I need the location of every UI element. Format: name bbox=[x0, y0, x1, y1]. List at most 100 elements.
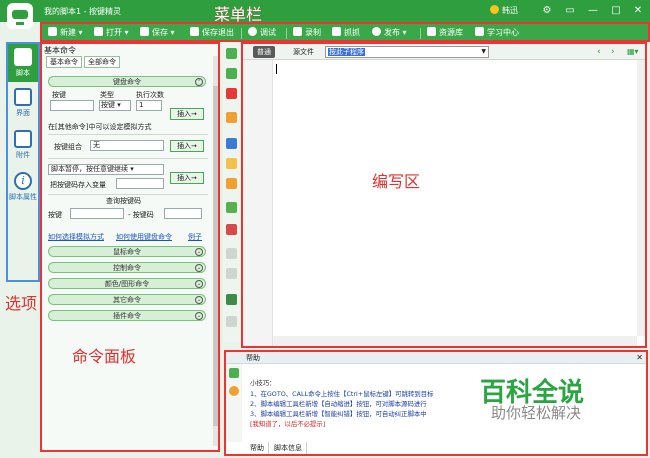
settings-icon[interactable]: ⚙ bbox=[540, 4, 554, 18]
save-icon bbox=[140, 27, 149, 36]
other-section-header[interactable]: 其它命令 ⌄ bbox=[48, 294, 206, 305]
find-icon[interactable] bbox=[226, 316, 237, 327]
title-bar: 我的脚本1 - 按键精灵 菜单栏 韩迅 ⚙ ▭ — □ ✕ bbox=[0, 0, 650, 29]
layout-icon[interactable]: ▦▾ bbox=[623, 46, 643, 58]
tab-help[interactable]: 帮助 bbox=[246, 442, 269, 454]
tab-basic-commands[interactable]: 基本命令 bbox=[46, 56, 82, 68]
mouse-section-header[interactable]: 鼠标命令 ⌄ bbox=[48, 246, 206, 257]
key-label: 按键 bbox=[52, 91, 66, 99]
help-panel: 帮助 ✕ 小技巧： 1、在GOTO、CALL命令上按住【Ctrl+鼠标左键】可跳… bbox=[224, 350, 648, 456]
learning-center-button[interactable]: 学习中心 bbox=[475, 26, 519, 40]
capture-button[interactable]: 抓抓 bbox=[332, 26, 360, 40]
user-account[interactable]: 韩迅 bbox=[490, 5, 518, 16]
options-annotation: 选项 bbox=[5, 294, 38, 313]
undo-icon[interactable] bbox=[226, 248, 237, 259]
key-combo-input[interactable]: 无 bbox=[90, 140, 164, 151]
query-keycode-label: 查询按键码 bbox=[106, 197, 141, 205]
save-var-input[interactable] bbox=[116, 178, 164, 189]
arrow-up-icon[interactable] bbox=[226, 68, 237, 79]
play-icon bbox=[248, 27, 257, 36]
editor-horizontal-scrollbar[interactable] bbox=[273, 336, 637, 346]
divider bbox=[48, 194, 208, 195]
keyboard-section-header[interactable]: 键盘命令 ⌃ bbox=[48, 76, 206, 87]
nav-item-ui[interactable]: 界面 bbox=[8, 84, 38, 122]
panel-header: 基本命令 bbox=[44, 46, 76, 55]
stamp-icon[interactable] bbox=[226, 112, 237, 123]
tip-line: 3、脚本编辑工具栏新增【智能纠错】按钮，可自动纠正脚本中 bbox=[250, 410, 427, 418]
plugin-section-header[interactable]: 插件命令 ⌄ bbox=[48, 310, 206, 321]
key-input[interactable] bbox=[50, 100, 94, 111]
count-input[interactable]: 1 bbox=[136, 100, 162, 111]
next-icon[interactable]: › bbox=[607, 46, 619, 58]
minimize-icon[interactable]: — bbox=[586, 4, 600, 18]
color-section-header[interactable]: 颜色/图形命令 ⌄ bbox=[48, 278, 206, 289]
chevron-down-icon: ⌄ bbox=[195, 280, 203, 288]
tip-title: 小技巧： bbox=[250, 379, 276, 387]
debug-button[interactable]: 调试 bbox=[248, 26, 276, 40]
arrow-down-icon[interactable] bbox=[226, 48, 237, 59]
link-simulation-mode[interactable]: 如何选择模拟方式 bbox=[48, 232, 104, 242]
close-icon[interactable]: ✕ bbox=[636, 352, 643, 364]
nav-item-script-properties[interactable]: i 脚本属性 bbox=[8, 168, 38, 206]
editor-tab-bar: 普通 源文件 按此子程序 ▼ ‹ › ▦▾ bbox=[243, 44, 645, 60]
chevron-down-icon: ⌄ bbox=[195, 312, 203, 320]
save-exit-button[interactable]: 保存退出 bbox=[190, 26, 234, 40]
help-icon[interactable] bbox=[229, 368, 239, 378]
script-editor: 普通 源文件 按此子程序 ▼ ‹ › ▦▾ 编写区 bbox=[241, 42, 647, 348]
keycode-output[interactable] bbox=[164, 208, 202, 219]
delete-icon[interactable] bbox=[226, 88, 237, 99]
copy-icon[interactable] bbox=[226, 158, 237, 169]
save-exit-icon bbox=[190, 27, 199, 36]
tab-script-info[interactable]: 脚本信息 bbox=[270, 442, 307, 454]
tab-source-view[interactable]: 源文件 bbox=[289, 46, 318, 58]
library-icon bbox=[427, 27, 436, 36]
new-button[interactable]: 新建 ▾ bbox=[48, 26, 83, 40]
editor-vertical-scrollbar[interactable] bbox=[637, 60, 645, 336]
goto-icon[interactable] bbox=[226, 294, 237, 305]
line-number-gutter bbox=[243, 60, 273, 346]
control-section-header[interactable]: 控制命令 ⌄ bbox=[48, 262, 206, 273]
link-keyboard-usage[interactable]: 如何使用键盘命令 bbox=[116, 232, 172, 242]
panel-scrollbar[interactable] bbox=[213, 56, 218, 446]
eye-icon[interactable] bbox=[229, 386, 239, 396]
attachment-icon bbox=[14, 130, 32, 148]
maximize-icon[interactable]: □ bbox=[609, 4, 623, 18]
command-panel-annotation: 命令面板 bbox=[72, 347, 137, 366]
query-key-input[interactable] bbox=[70, 208, 124, 219]
tab-normal-view[interactable]: 普通 bbox=[253, 46, 275, 58]
comment-icon[interactable] bbox=[226, 202, 237, 213]
chevron-down-icon: ⌄ bbox=[195, 296, 203, 304]
link-example[interactable]: 例子 bbox=[188, 232, 202, 242]
nav-item-script[interactable]: 脚本 bbox=[8, 44, 38, 82]
skin-icon[interactable]: ▭ bbox=[563, 4, 577, 18]
insert-combo-button[interactable]: 插入→ bbox=[170, 140, 204, 152]
pause-mode-select[interactable]: 脚本暂停，按任意键继续 ▾ bbox=[48, 164, 164, 175]
tab-all-commands[interactable]: 全部命令 bbox=[84, 56, 120, 68]
record-button[interactable]: 录制 bbox=[293, 26, 321, 40]
subroutine-select[interactable]: 按此子程序 ▼ bbox=[325, 46, 489, 58]
resource-library-button[interactable]: 资源库 bbox=[427, 26, 463, 40]
insert-pause-button[interactable]: 插入→ bbox=[170, 172, 204, 184]
dismiss-tip-link[interactable]: [我知道了，以后不必提示] bbox=[250, 419, 325, 428]
chevron-down-icon: ⌄ bbox=[195, 248, 203, 256]
close-icon[interactable]: ✕ bbox=[631, 4, 645, 18]
prev-icon[interactable]: ‹ bbox=[593, 46, 605, 58]
query-keycode-output-label: - 按键码 bbox=[128, 211, 154, 219]
nav-item-attachment[interactable]: 附件 bbox=[8, 126, 38, 164]
uncomment-icon[interactable] bbox=[226, 224, 237, 235]
app-logo-icon bbox=[7, 3, 33, 29]
query-key-label: 按键 bbox=[48, 211, 62, 219]
editor-side-toolbar bbox=[223, 42, 241, 342]
open-button[interactable]: 打开 ▾ bbox=[94, 26, 129, 40]
cut-icon[interactable] bbox=[226, 138, 237, 149]
paste-icon[interactable] bbox=[226, 178, 237, 189]
ui-icon bbox=[14, 88, 32, 106]
publish-button[interactable]: 发布 ▾ bbox=[372, 26, 407, 40]
type-select[interactable]: 按键 ▾ bbox=[99, 100, 131, 111]
save-button[interactable]: 保存 ▾ bbox=[140, 26, 175, 40]
tip-line: 1、在GOTO、CALL命令上按住【Ctrl+鼠标左键】可跳转到目标 bbox=[250, 390, 434, 398]
insert-key-button[interactable]: 插入→ bbox=[170, 108, 204, 120]
help-header: 帮助 ✕ bbox=[226, 352, 646, 364]
redo-icon[interactable] bbox=[226, 268, 237, 279]
help-side-bar bbox=[226, 364, 242, 442]
